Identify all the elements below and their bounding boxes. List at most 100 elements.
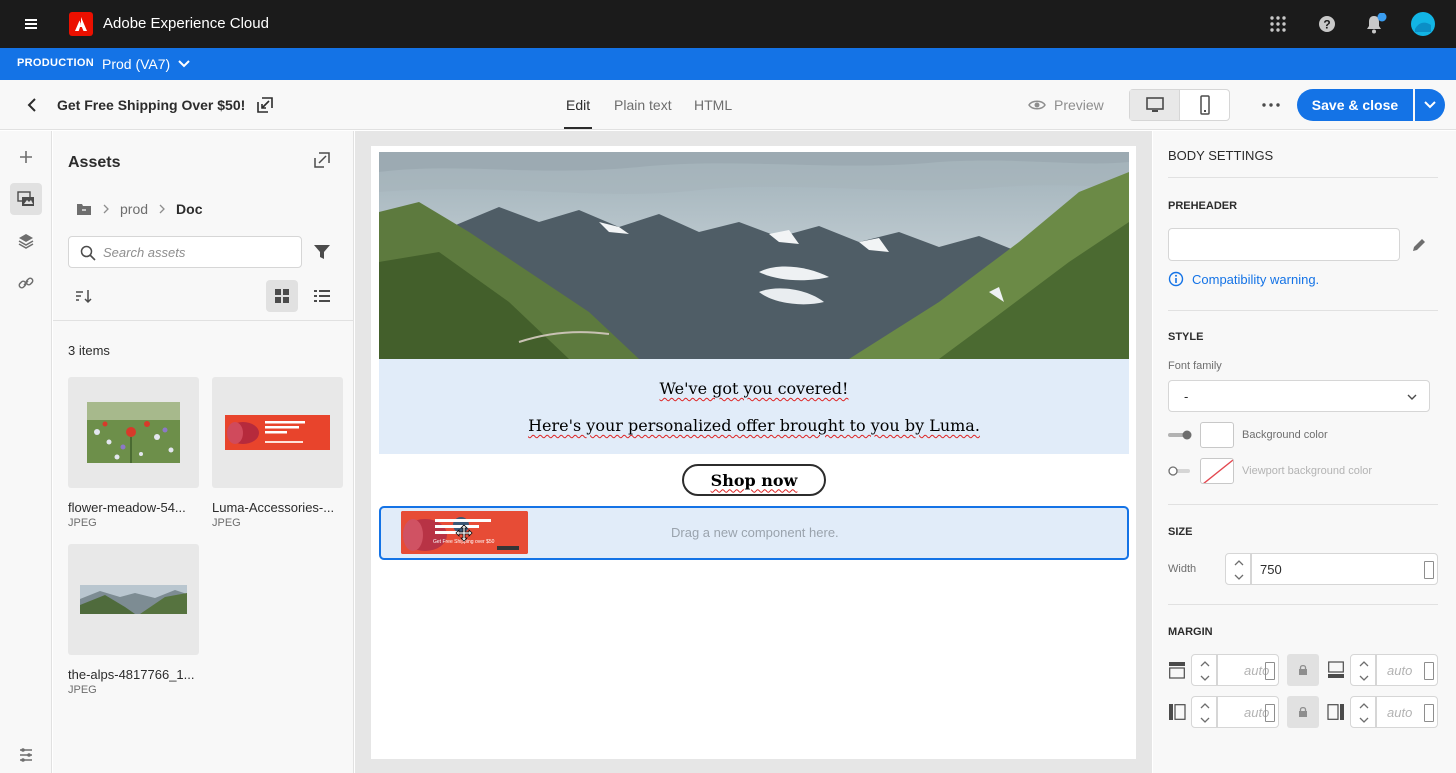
divider bbox=[1168, 504, 1438, 505]
asset-card[interactable]: Luma-Accessories-... JPEG bbox=[212, 377, 343, 529]
asset-card[interactable]: the-alps-4817766_1... JPEG bbox=[68, 544, 199, 696]
compatibility-warning-text: Compatibility warning. bbox=[1192, 271, 1320, 287]
margin-bottom-stepper[interactable] bbox=[1350, 654, 1376, 686]
preheader-input[interactable] bbox=[1168, 228, 1400, 261]
spin-arrows-icon[interactable] bbox=[1424, 561, 1434, 579]
margin-top-stepper[interactable] bbox=[1191, 654, 1217, 686]
divider bbox=[1168, 604, 1438, 605]
tab-plain-text[interactable]: Plain text bbox=[614, 97, 672, 113]
assets-icon[interactable] bbox=[10, 183, 42, 215]
shop-now-button[interactable]: Shop now bbox=[682, 464, 826, 496]
offer-text[interactable]: Here's your personalized offer brought t… bbox=[379, 416, 1129, 435]
email-body[interactable]: We've got you covered! Here's your perso… bbox=[371, 146, 1136, 759]
drop-zone-hint: Drag a new component here. bbox=[671, 525, 839, 540]
asset-card[interactable]: flower-meadow-54... JPEG bbox=[68, 377, 199, 529]
margin-lock-vertical-button[interactable] bbox=[1287, 654, 1319, 686]
divider bbox=[53, 320, 353, 321]
asset-thumbnail[interactable] bbox=[68, 377, 199, 488]
edit-pencil-icon[interactable] bbox=[1411, 237, 1427, 253]
eye-icon bbox=[1028, 100, 1046, 110]
settings-sliders-icon[interactable] bbox=[10, 739, 42, 771]
width-value: 750 bbox=[1260, 562, 1282, 577]
background-color-toggle[interactable] bbox=[1168, 430, 1192, 440]
spin-arrows-icon[interactable] bbox=[1424, 704, 1434, 722]
help-icon[interactable]: ? bbox=[1316, 13, 1338, 35]
margin-top-input[interactable]: auto bbox=[1217, 654, 1279, 686]
heading-text[interactable]: We've got you covered! bbox=[379, 379, 1129, 398]
drop-zone[interactable]: Get Free Shipping over $50 Drag a new co… bbox=[379, 506, 1129, 560]
list-view-icon[interactable] bbox=[306, 280, 338, 312]
device-toggle bbox=[1129, 89, 1230, 121]
app-title[interactable]: Adobe Experience Cloud bbox=[103, 15, 269, 32]
margin-top-icon bbox=[1168, 661, 1186, 679]
layers-icon[interactable] bbox=[10, 225, 42, 257]
viewport-background-toggle[interactable] bbox=[1168, 466, 1192, 476]
add-components-icon[interactable] bbox=[10, 141, 42, 173]
dragged-banner-image[interactable]: Get Free Shipping over $50 bbox=[401, 511, 528, 554]
margin-lock-horizontal-button[interactable] bbox=[1287, 696, 1319, 728]
style-label: STYLE bbox=[1168, 331, 1204, 343]
more-options-icon[interactable] bbox=[1262, 103, 1280, 107]
text-block[interactable]: We've got you covered! Here's your perso… bbox=[379, 359, 1129, 454]
margin-bottom-icon bbox=[1327, 661, 1345, 679]
tab-html[interactable]: HTML bbox=[694, 97, 732, 113]
breadcrumb-current: Doc bbox=[176, 201, 203, 217]
grid-view-icon[interactable] bbox=[266, 280, 298, 312]
font-family-select[interactable]: - bbox=[1168, 380, 1430, 412]
breadcrumb-prod[interactable]: prod bbox=[120, 201, 148, 217]
asset-type: JPEG bbox=[212, 517, 241, 529]
environment-selector[interactable]: Prod (VA7) bbox=[102, 56, 170, 72]
margin-right-value: auto bbox=[1387, 705, 1413, 720]
notifications-bell-icon[interactable] bbox=[1363, 13, 1387, 35]
width-input[interactable]: 750 bbox=[1251, 553, 1438, 585]
width-stepper[interactable] bbox=[1225, 553, 1251, 585]
avatar[interactable] bbox=[1411, 12, 1435, 36]
asset-thumbnail[interactable] bbox=[212, 377, 343, 488]
mobile-view-button[interactable] bbox=[1179, 90, 1229, 120]
open-in-new-icon[interactable] bbox=[313, 151, 331, 169]
hamburger-menu-icon[interactable] bbox=[22, 14, 42, 34]
viewport-background-swatch[interactable] bbox=[1200, 458, 1234, 484]
hero-image[interactable] bbox=[379, 152, 1129, 359]
margin-right-input[interactable]: auto bbox=[1376, 696, 1438, 728]
search-icon bbox=[80, 245, 96, 261]
chevron-down-icon[interactable] bbox=[177, 58, 191, 70]
spin-arrows-icon[interactable] bbox=[1424, 662, 1434, 680]
filter-icon[interactable] bbox=[313, 243, 331, 261]
environment-bar: PRODUCTION Prod (VA7) bbox=[0, 48, 1456, 80]
width-label: Width bbox=[1168, 563, 1197, 575]
sort-icon[interactable] bbox=[75, 288, 93, 304]
adobe-logo-icon[interactable] bbox=[69, 12, 93, 36]
preview-button[interactable]: Preview bbox=[1028, 97, 1104, 113]
lock-icon bbox=[1299, 664, 1307, 675]
open-properties-icon[interactable] bbox=[256, 96, 274, 114]
background-color-swatch[interactable] bbox=[1200, 422, 1234, 448]
link-icon[interactable] bbox=[10, 267, 42, 299]
margin-right-stepper[interactable] bbox=[1350, 696, 1376, 728]
margin-bottom-input[interactable]: auto bbox=[1376, 654, 1438, 686]
back-arrow-icon[interactable] bbox=[24, 97, 40, 113]
apps-grid-icon[interactable] bbox=[1267, 13, 1289, 35]
divider bbox=[1168, 177, 1438, 178]
desktop-view-button[interactable] bbox=[1130, 90, 1179, 120]
preheader-label: PREHEADER bbox=[1168, 200, 1238, 212]
background-color-label: Background color bbox=[1242, 429, 1328, 441]
info-icon bbox=[1168, 271, 1184, 287]
desktop-icon bbox=[1145, 97, 1164, 112]
folder-icon[interactable] bbox=[76, 202, 92, 216]
asset-thumbnail[interactable] bbox=[68, 544, 199, 655]
spin-arrows-icon[interactable] bbox=[1265, 662, 1275, 680]
margin-left-stepper[interactable] bbox=[1191, 696, 1217, 728]
save-close-button[interactable]: Save & close bbox=[1297, 89, 1413, 121]
margin-left-input[interactable]: auto bbox=[1217, 696, 1279, 728]
tab-edit[interactable]: Edit bbox=[566, 97, 590, 113]
email-canvas: We've got you covered! Here's your perso… bbox=[355, 131, 1152, 773]
asset-name: flower-meadow-54... bbox=[68, 500, 186, 515]
compatibility-warning-link[interactable]: Compatibility warning. bbox=[1168, 271, 1319, 287]
assets-panel: Assets prod Doc 3 items flower-meadow-54… bbox=[53, 131, 354, 773]
message-title: Get Free Shipping Over $50! bbox=[57, 97, 246, 113]
spin-arrows-icon[interactable] bbox=[1265, 704, 1275, 722]
search-input[interactable] bbox=[103, 243, 293, 261]
asset-type: JPEG bbox=[68, 517, 97, 529]
asset-type: JPEG bbox=[68, 684, 97, 696]
